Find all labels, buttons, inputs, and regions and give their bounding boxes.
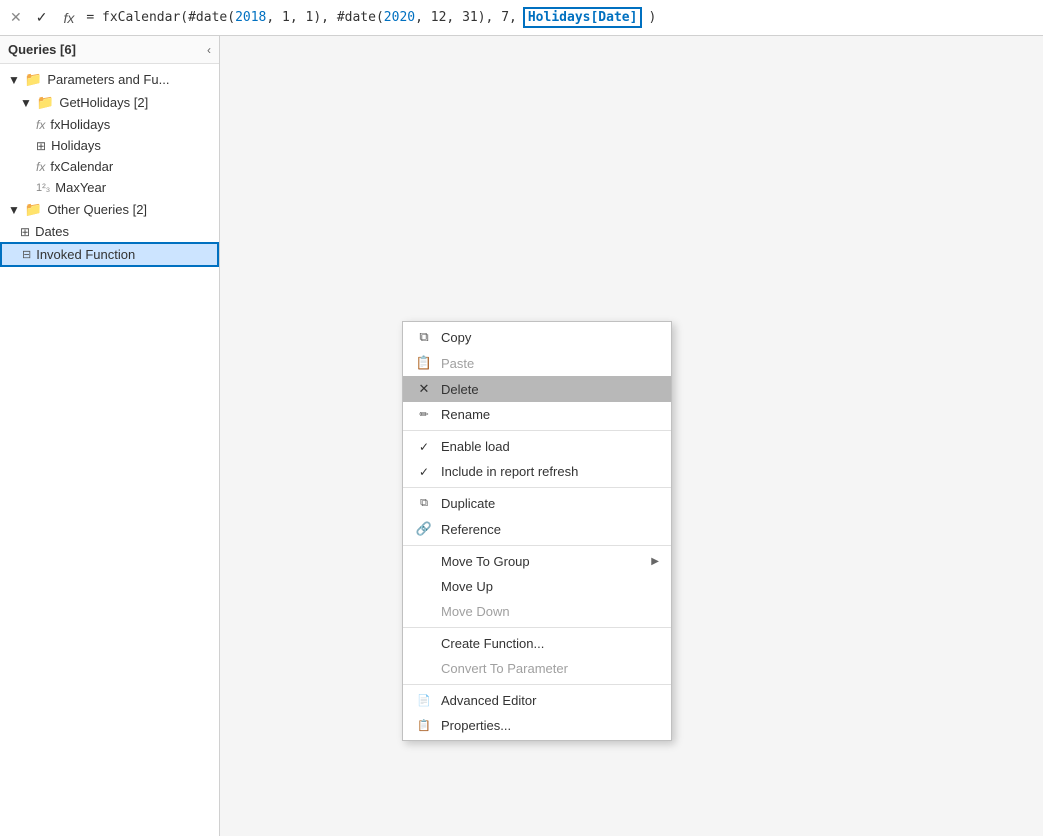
fx-label: fx xyxy=(57,8,80,28)
paste-icon: 📋 xyxy=(415,355,433,371)
main-area: Queries [6] ‹ ▼ 📁 Parameters and Fu... ▼… xyxy=(0,36,1043,836)
confirm-button[interactable]: ✓ xyxy=(32,7,52,28)
table-icon: ⊞ xyxy=(20,225,30,239)
context-menu-move-down[interactable]: Move Down xyxy=(403,599,671,624)
separator-2 xyxy=(403,487,671,488)
properties-icon: 📋 xyxy=(415,719,433,732)
advanced-editor-label: Advanced Editor xyxy=(441,693,659,708)
triangle-icon: ▼ xyxy=(20,96,32,110)
context-menu-rename[interactable]: ✏ Rename xyxy=(403,402,671,427)
move-to-group-label: Move To Group xyxy=(441,554,643,569)
fx-icon: fx xyxy=(36,160,45,174)
sidebar-item-dates[interactable]: ⊞ Dates xyxy=(0,221,219,242)
separator-4 xyxy=(403,627,671,628)
context-menu-duplicate[interactable]: ⧉ Duplicate xyxy=(403,491,671,516)
check-icon: ✓ xyxy=(415,440,433,454)
rename-label: Rename xyxy=(441,407,659,422)
invoked-icon: ⊟ xyxy=(22,248,31,261)
folder-icon: 📁 xyxy=(37,94,54,111)
sidebar-item-label: Dates xyxy=(35,224,69,239)
reference-icon: 🔗 xyxy=(415,521,433,537)
sidebar-item-label: MaxYear xyxy=(55,180,106,195)
sidebar-item-other-group[interactable]: ▼ 📁 Other Queries [2] xyxy=(0,198,219,221)
sidebar-title: Queries [6] xyxy=(8,42,76,57)
context-menu-delete[interactable]: ✕ Delete xyxy=(403,376,671,402)
submenu-arrow-icon: ▶ xyxy=(651,556,659,567)
folder-icon: 📁 xyxy=(25,201,42,218)
context-menu-paste[interactable]: 📋 Paste xyxy=(403,350,671,376)
sidebar-item-label: Other Queries [2] xyxy=(47,202,147,217)
delete-icon: ✕ xyxy=(415,381,433,397)
triangle-icon: ▼ xyxy=(8,203,20,217)
formula-highlighted-token: Holidays[Date] xyxy=(523,7,643,28)
table-icon: ⊞ xyxy=(36,139,46,153)
folder-icon: 📁 xyxy=(25,71,42,88)
sidebar-item-holidays[interactable]: ⊞ Holidays xyxy=(0,135,219,156)
check-icon: ✓ xyxy=(415,465,433,479)
sidebar-header: Queries [6] ‹ xyxy=(0,36,219,64)
properties-label: Properties... xyxy=(441,718,659,733)
delete-label: Delete xyxy=(441,382,659,397)
context-menu-convert-param[interactable]: Convert To Parameter xyxy=(403,656,671,681)
collapse-button[interactable]: ‹ xyxy=(207,43,211,57)
sidebar-item-label: fxCalendar xyxy=(50,159,113,174)
copy-icon: ⧉ xyxy=(415,329,433,345)
param-icon: 1²₃ xyxy=(36,182,50,194)
sidebar-item-params-group[interactable]: ▼ 📁 Parameters and Fu... xyxy=(0,68,219,91)
context-menu-reference[interactable]: 🔗 Reference xyxy=(403,516,671,542)
sidebar-item-label: fxHolidays xyxy=(50,117,110,132)
formula-text: = fxCalendar(#date(2018, 1, 1), #date(20… xyxy=(86,10,517,25)
sidebar-item-invoked-function[interactable]: ⊟ Invoked Function xyxy=(0,242,219,267)
separator-1 xyxy=(403,430,671,431)
move-down-label: Move Down xyxy=(441,604,659,619)
copy-label: Copy xyxy=(441,330,659,345)
context-menu-move-to-group[interactable]: Move To Group ▶ xyxy=(403,549,671,574)
sidebar-item-fxholidays[interactable]: fx fxHolidays xyxy=(0,114,219,135)
context-menu-create-function[interactable]: Create Function... xyxy=(403,631,671,656)
convert-param-label: Convert To Parameter xyxy=(441,661,659,676)
rename-icon: ✏ xyxy=(415,408,433,421)
reference-label: Reference xyxy=(441,522,659,537)
context-menu: ⧉ Copy 📋 Paste ✕ Delete ✏ Rename ✓ xyxy=(402,321,672,741)
advanced-editor-icon: 📄 xyxy=(415,694,433,707)
sidebar-item-label: Holidays xyxy=(51,138,101,153)
sidebar-item-label: GetHolidays [2] xyxy=(59,95,148,110)
sidebar-item-label: Invoked Function xyxy=(36,247,135,262)
create-function-label: Create Function... xyxy=(441,636,659,651)
sidebar-item-label: Parameters and Fu... xyxy=(47,72,169,87)
cancel-button[interactable]: ✕ xyxy=(6,7,26,28)
move-up-label: Move Up xyxy=(441,579,659,594)
separator-3 xyxy=(403,545,671,546)
formula-bar: ✕ ✓ fx = fxCalendar(#date(2018, 1, 1), #… xyxy=(0,0,1043,36)
sidebar-item-maxyear[interactable]: 1²₃ MaxYear xyxy=(0,177,219,198)
paste-label: Paste xyxy=(441,356,659,371)
context-menu-properties[interactable]: 📋 Properties... xyxy=(403,713,671,738)
formula-closing: ) xyxy=(648,10,656,25)
context-menu-enable-load[interactable]: ✓ Enable load xyxy=(403,434,671,459)
content-area: ⧉ Copy 📋 Paste ✕ Delete ✏ Rename ✓ xyxy=(220,36,1043,836)
separator-5 xyxy=(403,684,671,685)
context-menu-advanced-editor[interactable]: 📄 Advanced Editor xyxy=(403,688,671,713)
sidebar-item-getholidays-group[interactable]: ▼ 📁 GetHolidays [2] xyxy=(0,91,219,114)
triangle-icon: ▼ xyxy=(8,73,20,87)
include-refresh-label: Include in report refresh xyxy=(441,464,659,479)
context-menu-include-refresh[interactable]: ✓ Include in report refresh xyxy=(403,459,671,484)
fx-icon: fx xyxy=(36,118,45,132)
duplicate-icon: ⧉ xyxy=(415,497,433,510)
context-menu-copy[interactable]: ⧉ Copy xyxy=(403,324,671,350)
sidebar-content: ▼ 📁 Parameters and Fu... ▼ 📁 GetHolidays… xyxy=(0,64,219,836)
duplicate-label: Duplicate xyxy=(441,496,659,511)
sidebar-item-fxcalendar[interactable]: fx fxCalendar xyxy=(0,156,219,177)
enable-load-label: Enable load xyxy=(441,439,659,454)
queries-panel: Queries [6] ‹ ▼ 📁 Parameters and Fu... ▼… xyxy=(0,36,220,836)
context-menu-move-up[interactable]: Move Up xyxy=(403,574,671,599)
